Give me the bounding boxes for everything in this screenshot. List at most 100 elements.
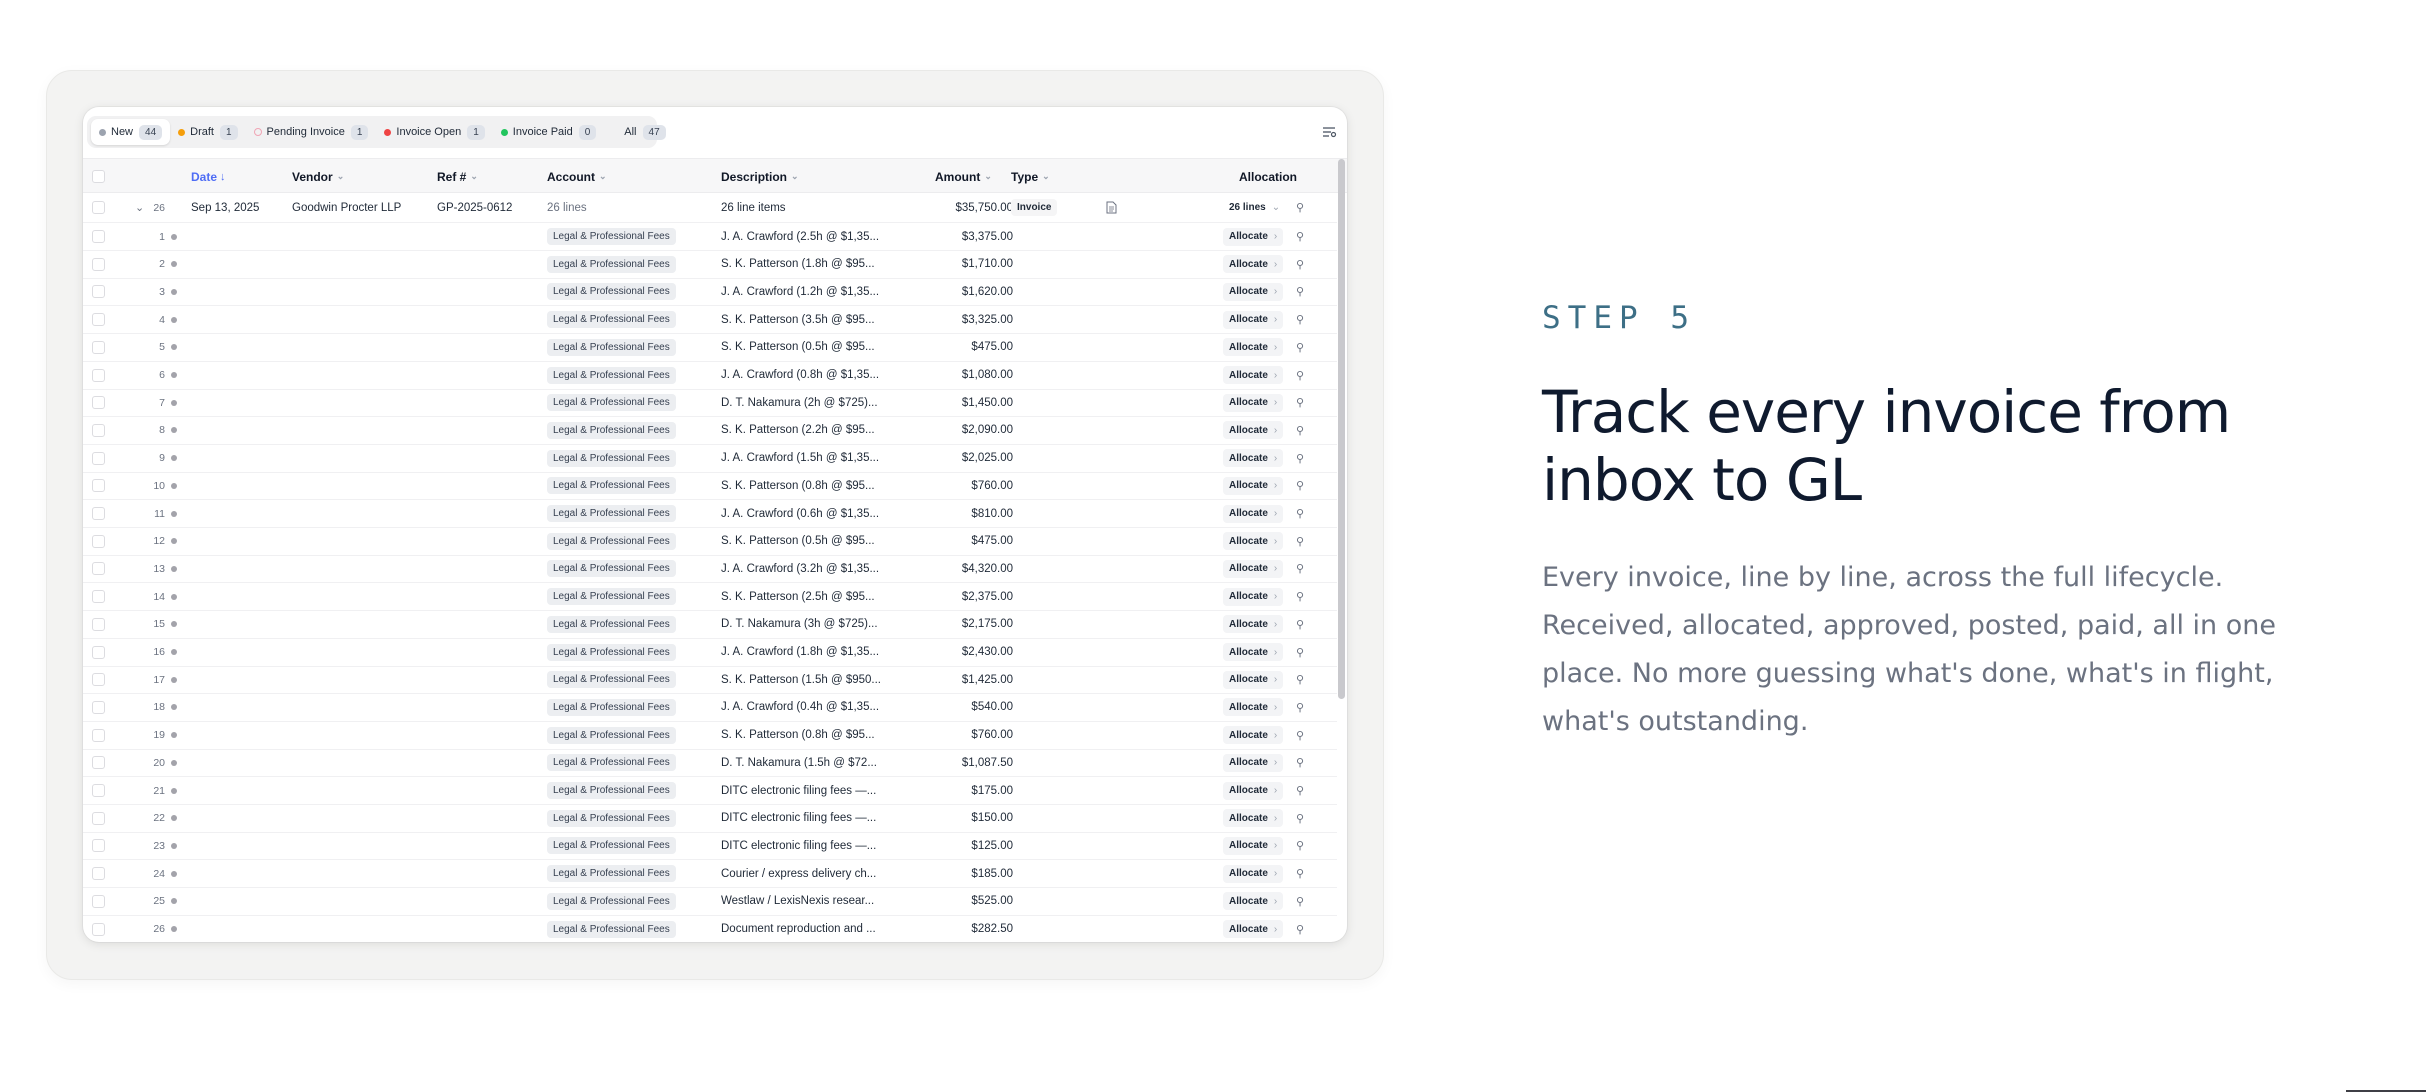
row-checkbox[interactable]: [92, 590, 105, 604]
account-pill[interactable]: Legal & Professional Fees: [547, 532, 676, 550]
row-checkbox[interactable]: [92, 562, 105, 576]
allocate-button[interactable]: Allocate ›: [1223, 421, 1284, 440]
table-row[interactable]: 23 Legal & Professional Fees DITC electron…: [83, 832, 1337, 861]
row-checkbox[interactable]: [92, 728, 105, 742]
row-checkbox[interactable]: [92, 839, 105, 853]
table-row[interactable]: 14 Legal & Professional Fees S. K. Patters…: [83, 583, 1337, 612]
tab-draft[interactable]: Draft 1: [170, 119, 245, 145]
auto-allocate-icon[interactable]: ⚲: [1293, 590, 1307, 604]
account-pill[interactable]: Legal & Professional Fees: [547, 920, 676, 938]
row-checkbox[interactable]: [92, 507, 105, 520]
auto-allocate-icon[interactable]: ⚲: [1293, 396, 1307, 410]
allocate-button[interactable]: Allocate ›: [1223, 615, 1284, 634]
row-checkbox[interactable]: [92, 285, 105, 299]
auto-allocate-icon[interactable]: ⚲: [1293, 728, 1307, 742]
table-row[interactable]: 3 Legal & Professional Fees J. A. Crawford…: [83, 278, 1337, 307]
row-checkbox[interactable]: [92, 784, 105, 797]
auto-allocate-icon[interactable]: ⚲: [1293, 368, 1307, 382]
row-checkbox[interactable]: [92, 201, 105, 214]
auto-allocate-icon[interactable]: ⚲: [1293, 257, 1307, 271]
allocate-button[interactable]: Allocate ›: [1223, 753, 1284, 772]
row-checkbox[interactable]: [92, 479, 105, 493]
allocate-button[interactable]: Allocate ›: [1223, 643, 1284, 661]
table-row[interactable]: 20 Legal & Professional Fees D. T. Nakamur…: [83, 749, 1337, 778]
table-row[interactable]: 22 Legal & Professional Fees DITC electron…: [83, 805, 1337, 833]
table-row[interactable]: 10 Legal & Professional Fees S. K. Patters…: [83, 472, 1337, 501]
allocate-button[interactable]: Allocate ›: [1223, 809, 1284, 828]
account-pill[interactable]: Legal & Professional Fees: [547, 338, 676, 356]
allocate-button[interactable]: Allocate ›: [1223, 781, 1284, 800]
account-pill[interactable]: Legal & Professional Fees: [547, 560, 676, 578]
table-row[interactable]: 4 Legal & Professional Fees S. K. Patterso…: [83, 306, 1337, 335]
table-row[interactable]: 7 Legal & Professional Fees D. T. Nakamura…: [83, 389, 1337, 418]
tab-invoice-paid[interactable]: Invoice Paid 0: [493, 119, 605, 145]
table-row[interactable]: 9 Legal & Professional Fees J. A. Crawford…: [83, 445, 1337, 473]
account-pill[interactable]: Legal & Professional Fees: [547, 366, 676, 384]
row-checkbox[interactable]: [92, 673, 105, 687]
row-checkbox[interactable]: [92, 922, 105, 936]
column-header-amount[interactable]: Amount ⌄: [935, 159, 992, 194]
table-row[interactable]: 24 Legal & Professional Fees Courier / exp…: [83, 860, 1337, 889]
account-pill[interactable]: Legal & Professional Fees: [547, 421, 676, 439]
row-checkbox[interactable]: [92, 313, 105, 327]
row-checkbox[interactable]: [92, 396, 105, 410]
chevron-down-icon[interactable]: ⌄: [135, 193, 144, 222]
account-pill[interactable]: Legal & Professional Fees: [547, 698, 676, 716]
allocate-button[interactable]: Allocate ›: [1223, 670, 1284, 689]
table-row[interactable]: 26 Legal & Professional Fees Document repr…: [83, 916, 1337, 943]
table-row[interactable]: 18 Legal & Professional Fees J. A. Crawfor…: [83, 694, 1337, 722]
allocate-button[interactable]: Allocate ›: [1223, 559, 1284, 578]
auto-allocate-icon[interactable]: ⚲: [1293, 617, 1307, 631]
allocate-button[interactable]: Allocate ›: [1223, 532, 1284, 551]
auto-allocate-icon[interactable]: ⚲: [1293, 285, 1307, 299]
auto-allocate-icon[interactable]: ⚲: [1293, 340, 1307, 354]
allocate-button[interactable]: Allocate ›: [1223, 393, 1284, 412]
account-pill[interactable]: Legal & Professional Fees: [547, 394, 676, 412]
filter-settings-icon[interactable]: [1321, 124, 1337, 140]
row-checkbox[interactable]: [92, 368, 105, 382]
allocate-button[interactable]: Allocate ›: [1223, 836, 1284, 855]
auto-allocate-icon[interactable]: ⚲: [1293, 867, 1307, 881]
auto-allocate-icon[interactable]: ⚲: [1293, 645, 1307, 659]
auto-allocate-icon[interactable]: ⚲: [1293, 479, 1307, 493]
auto-allocate-icon[interactable]: ⚲: [1293, 562, 1307, 576]
account-pill[interactable]: Legal & Professional Fees: [547, 588, 676, 606]
allocation-summary[interactable]: 26 lines ⌄: [1223, 199, 1286, 217]
column-header-description[interactable]: Description ⌄: [721, 159, 799, 194]
table-row[interactable]: 17 Legal & Professional Fees S. K. Patters…: [83, 666, 1337, 695]
table-row[interactable]: 16 Legal & Professional Fees J. A. Crawfor…: [83, 639, 1337, 667]
allocate-button[interactable]: Allocate ›: [1223, 282, 1284, 301]
auto-allocate-icon[interactable]: ⚲: [1293, 756, 1307, 770]
account-pill[interactable]: Legal & Professional Fees: [547, 477, 676, 495]
vertical-scrollbar[interactable]: [1338, 159, 1345, 699]
auto-allocate-icon[interactable]: ⚲: [1293, 313, 1307, 327]
table-row[interactable]: 13 Legal & Professional Fees J. A. Crawfor…: [83, 555, 1337, 584]
auto-allocate-icon[interactable]: ⚲: [1293, 894, 1307, 908]
account-pill[interactable]: Legal & Professional Fees: [547, 837, 676, 855]
column-header-type[interactable]: Type ⌄: [1011, 159, 1050, 194]
table-row[interactable]: 5 Legal & Professional Fees S. K. Patterso…: [83, 334, 1337, 362]
row-checkbox[interactable]: [92, 617, 105, 631]
row-checkbox[interactable]: [92, 451, 105, 465]
auto-allocate-icon[interactable]: ⚲: [1293, 230, 1307, 244]
account-pill[interactable]: Legal & Professional Fees: [547, 449, 676, 467]
select-all-checkbox[interactable]: [92, 170, 105, 183]
auto-allocate-icon[interactable]: ⚲: [1293, 784, 1307, 798]
table-row[interactable]: 11 Legal & Professional Fees J. A. Crawfor…: [83, 500, 1337, 528]
column-header-vendor[interactable]: Vendor ⌄: [292, 159, 344, 194]
table-row[interactable]: 21 Legal & Professional Fees DITC electron…: [83, 777, 1337, 805]
table-row[interactable]: 1 Legal & Professional Fees J. A. Crawford…: [83, 223, 1337, 251]
row-checkbox[interactable]: [92, 645, 105, 659]
row-checkbox[interactable]: [92, 867, 105, 881]
allocate-button[interactable]: Allocate ›: [1223, 504, 1284, 523]
account-pill[interactable]: Legal & Professional Fees: [547, 865, 676, 883]
allocate-button[interactable]: Allocate ›: [1223, 587, 1284, 606]
auto-allocate-icon[interactable]: ⚲: [1293, 451, 1307, 465]
row-checkbox[interactable]: [92, 700, 105, 714]
row-checkbox[interactable]: [92, 340, 105, 354]
column-header-date[interactable]: Date ↓: [191, 159, 226, 194]
document-icon[interactable]: [1106, 201, 1117, 214]
allocate-button[interactable]: Allocate ›: [1223, 698, 1284, 717]
table-row[interactable]: 12 Legal & Professional Fees S. K. Patters…: [83, 528, 1337, 556]
account-pill[interactable]: Legal & Professional Fees: [547, 643, 676, 661]
